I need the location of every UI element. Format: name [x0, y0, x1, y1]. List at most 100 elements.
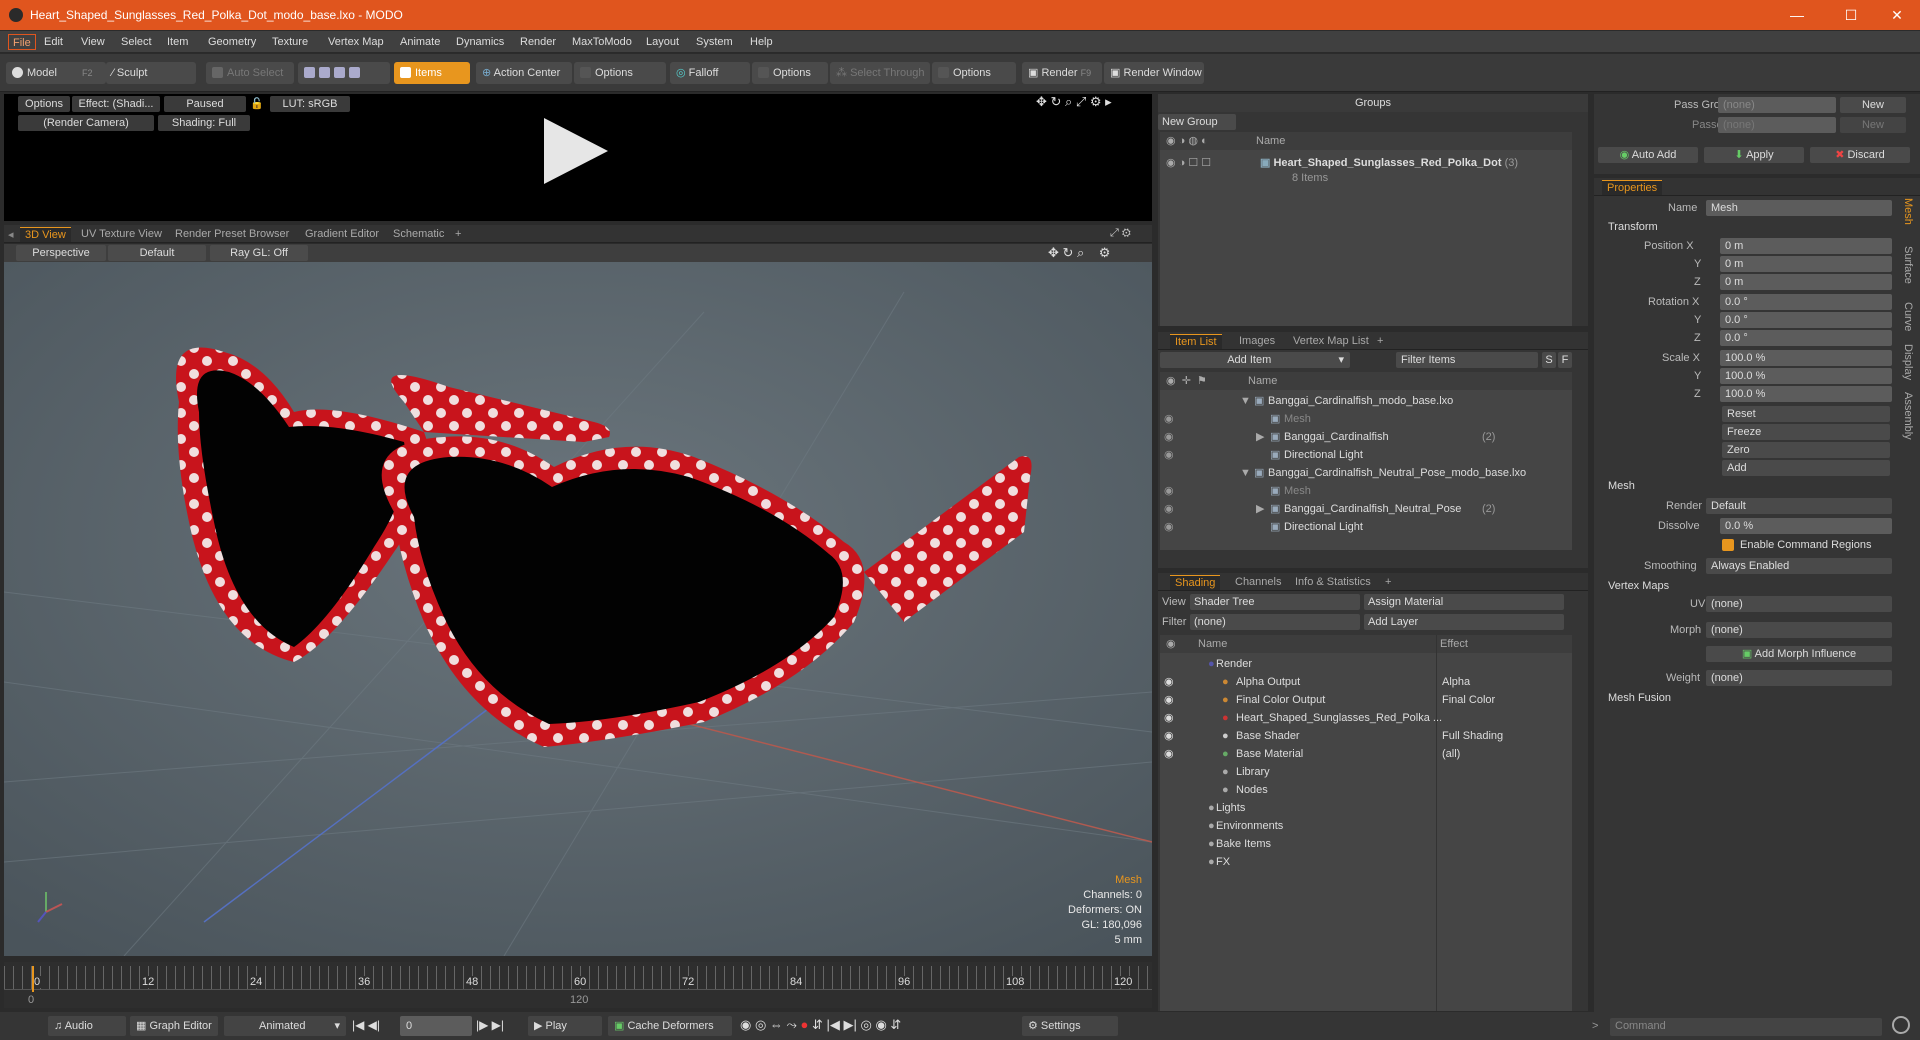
menu-select[interactable]: Select — [117, 34, 156, 50]
raygl-dropdown[interactable]: Ray GL: Off — [210, 245, 308, 261]
shader-row[interactable]: ● Environments — [1160, 817, 1572, 835]
filter-dropdown[interactable]: (none) — [1190, 614, 1360, 630]
menu-item[interactable]: Item — [163, 34, 192, 50]
shader-row[interactable]: ● Library — [1160, 763, 1572, 781]
tab-gradient-editor[interactable]: Gradient Editor — [300, 227, 384, 242]
menu-help[interactable]: Help — [746, 34, 777, 50]
enable-command-regions-checkbox[interactable] — [1722, 539, 1734, 551]
smoothing-dropdown[interactable]: Always Enabled — [1706, 558, 1892, 574]
uv-dropdown[interactable]: (none) — [1706, 596, 1892, 612]
lock-icon[interactable]: 🔓 — [250, 97, 264, 110]
mesh-section[interactable]: Mesh — [1608, 480, 1635, 492]
row-toggle-icons[interactable]: ◉ ◑ ☐ ☐ — [1166, 156, 1211, 169]
filter-f-toggle[interactable]: F — [1558, 352, 1572, 368]
add-tab-button[interactable]: + — [450, 227, 466, 242]
shader-row[interactable]: ◉ ● Heart_Shaped_Sunglasses_Red_Polka ... — [1160, 709, 1572, 727]
zero-dropdown[interactable]: Zero — [1722, 442, 1890, 458]
visibility-icon[interactable]: ◉ — [1164, 500, 1174, 518]
maximize-panel-icon[interactable]: ⤢ ⚙ — [1110, 227, 1131, 240]
freeze-dropdown[interactable]: Freeze — [1722, 424, 1890, 440]
passes-dropdown[interactable]: (none) — [1718, 117, 1836, 133]
visibility-icon[interactable]: ◉ — [1164, 446, 1174, 464]
expand-arrow-icon[interactable]: ▼ — [1240, 392, 1251, 410]
preview-nav-icons[interactable]: ✥ ↻ ⌕ ⤢ ⚙ ▸ — [1036, 94, 1112, 110]
add-item-dropdown[interactable]: Add Item ▾ — [1160, 352, 1350, 368]
panel-grip-icon[interactable]: ◂ — [8, 228, 14, 241]
new-pass-group-button[interactable]: New — [1840, 97, 1906, 113]
transform-section[interactable]: Transform — [1608, 221, 1658, 233]
position-z-field[interactable]: 0 m — [1720, 274, 1892, 290]
render-button[interactable]: ▣ Render F9 — [1022, 62, 1102, 84]
assign-material-button[interactable]: Assign Material — [1364, 594, 1564, 610]
dissolve-field[interactable]: 0.0 % — [1720, 518, 1892, 534]
weight-dropdown[interactable]: (none) — [1706, 670, 1892, 686]
side-tab-assembly[interactable]: Assembly — [1902, 392, 1914, 440]
mesh-fusion-section[interactable]: Mesh Fusion — [1608, 692, 1671, 704]
transport-forward-icons[interactable]: |▶ ▶| — [476, 1018, 504, 1032]
shader-row[interactable]: ◉ ● Alpha Output Alpha — [1160, 673, 1572, 691]
view-dropdown[interactable]: Shader Tree — [1190, 594, 1360, 610]
render-window-button[interactable]: ▣ Render Window — [1104, 62, 1204, 84]
animated-dropdown[interactable]: Animated ▾ — [224, 1016, 346, 1036]
morph-dropdown[interactable]: (none) — [1706, 622, 1892, 638]
preview-options-button[interactable]: Options — [18, 96, 70, 112]
tab-item-list[interactable]: Item List — [1170, 334, 1222, 349]
add-layer-dropdown[interactable]: Add Layer — [1364, 614, 1564, 630]
item-row[interactable]: ◉ ▣ Mesh — [1160, 410, 1572, 428]
expand-arrow-icon[interactable]: ▼ — [1240, 464, 1251, 482]
shader-row[interactable]: ● FX — [1160, 853, 1572, 871]
model-mode-button[interactable]: Model F2 — [6, 62, 106, 84]
menu-texture[interactable]: Texture — [268, 34, 312, 50]
maximize-button[interactable]: ☐ — [1828, 0, 1874, 30]
action-center-button[interactable]: ⊕ Action Center — [476, 62, 572, 84]
command-history-icon[interactable] — [1892, 1016, 1910, 1034]
menu-view[interactable]: View — [77, 34, 109, 50]
item-row[interactable]: ▼ ▣ Banggai_Cardinalfish_Neutral_Pose_modo… — [1160, 464, 1572, 482]
visibility-icon[interactable]: ◉ — [1164, 410, 1174, 428]
menu-file[interactable]: File — [8, 34, 36, 50]
tab-info-statistics[interactable]: Info & Statistics — [1290, 575, 1376, 590]
select-through-button[interactable]: ⁂ Select Through — [830, 62, 930, 84]
render-camera-dropdown[interactable]: (Render Camera) — [18, 115, 154, 131]
rotation-y-field[interactable]: 0.0 ° — [1720, 312, 1892, 328]
minimize-button[interactable]: — — [1774, 0, 1820, 30]
shader-row[interactable]: ● Nodes — [1160, 781, 1572, 799]
position-y-field[interactable]: 0 m — [1720, 256, 1892, 272]
transport-back-icons[interactable]: |◀ ◀| — [352, 1018, 380, 1032]
shading-dropdown[interactable]: Shading: Full — [158, 115, 250, 131]
vertex-maps-section[interactable]: Vertex Maps — [1608, 580, 1669, 592]
menu-geometry[interactable]: Geometry — [204, 34, 260, 50]
group-row[interactable]: ◉ ◑ ☐ ☐ ▣ Heart_Shaped_Sunglasses_Red_Po… — [1160, 152, 1572, 190]
menu-maxtomodo[interactable]: MaxToModo — [568, 34, 636, 50]
shader-tree[interactable]: ◉ Name Effect ● Render ◉ ● Alpha Output Alpha ◉ ●… — [1160, 635, 1572, 1011]
tab-vertex-map-list[interactable]: Vertex Map List — [1288, 334, 1374, 349]
perspective-dropdown[interactable]: Perspective — [16, 245, 106, 261]
visibility-icon[interactable]: ◉ — [1164, 482, 1174, 500]
audio-button[interactable]: ♫ Audio — [48, 1016, 126, 1036]
lut-dropdown[interactable]: LUT: sRGB — [270, 96, 350, 112]
tab-3d-view[interactable]: 3D View — [20, 227, 71, 242]
tab-properties[interactable]: Properties — [1602, 180, 1663, 195]
visibility-icon[interactable]: ◉ — [1164, 518, 1174, 536]
viewport-nav-icons[interactable]: ✥ ↻ ⌕ ⚙ — [1048, 245, 1110, 261]
side-tab-mesh[interactable]: Mesh — [1902, 198, 1914, 225]
tab-schematic[interactable]: Schematic — [388, 227, 449, 242]
item-row[interactable]: ▼ ▣ Banggai_Cardinalfish_modo_base.lxo — [1160, 392, 1572, 410]
falloff-options-button[interactable]: Options — [752, 62, 828, 84]
menu-edit[interactable]: Edit — [40, 34, 67, 50]
sculpt-mode-button[interactable]: ⁄ Sculpt — [106, 62, 196, 84]
rotation-x-field[interactable]: 0.0 ° — [1720, 294, 1892, 310]
tab-shading[interactable]: Shading — [1170, 575, 1221, 590]
shader-effect[interactable]: Full Shading — [1442, 727, 1503, 745]
preview-effect-dropdown[interactable]: Effect: (Shadi... — [72, 96, 160, 112]
item-list[interactable]: ◉ ✛ ⚑ Name ▼ ▣ Banggai_Cardinalfish_modo_ba… — [1160, 372, 1572, 550]
side-tab-display[interactable]: Display — [1902, 344, 1914, 380]
expand-arrow-icon[interactable]: ▶ — [1256, 500, 1264, 518]
materials-mode-icon[interactable] — [349, 67, 360, 78]
current-frame-field[interactable]: 0 — [400, 1016, 472, 1036]
new-pass-button[interactable]: New — [1840, 117, 1906, 133]
action-center-options-button[interactable]: Options — [574, 62, 666, 84]
edges-mode-icon[interactable] — [319, 67, 330, 78]
auto-select-button[interactable]: Auto Select — [206, 62, 294, 84]
tab-images[interactable]: Images — [1234, 334, 1280, 349]
